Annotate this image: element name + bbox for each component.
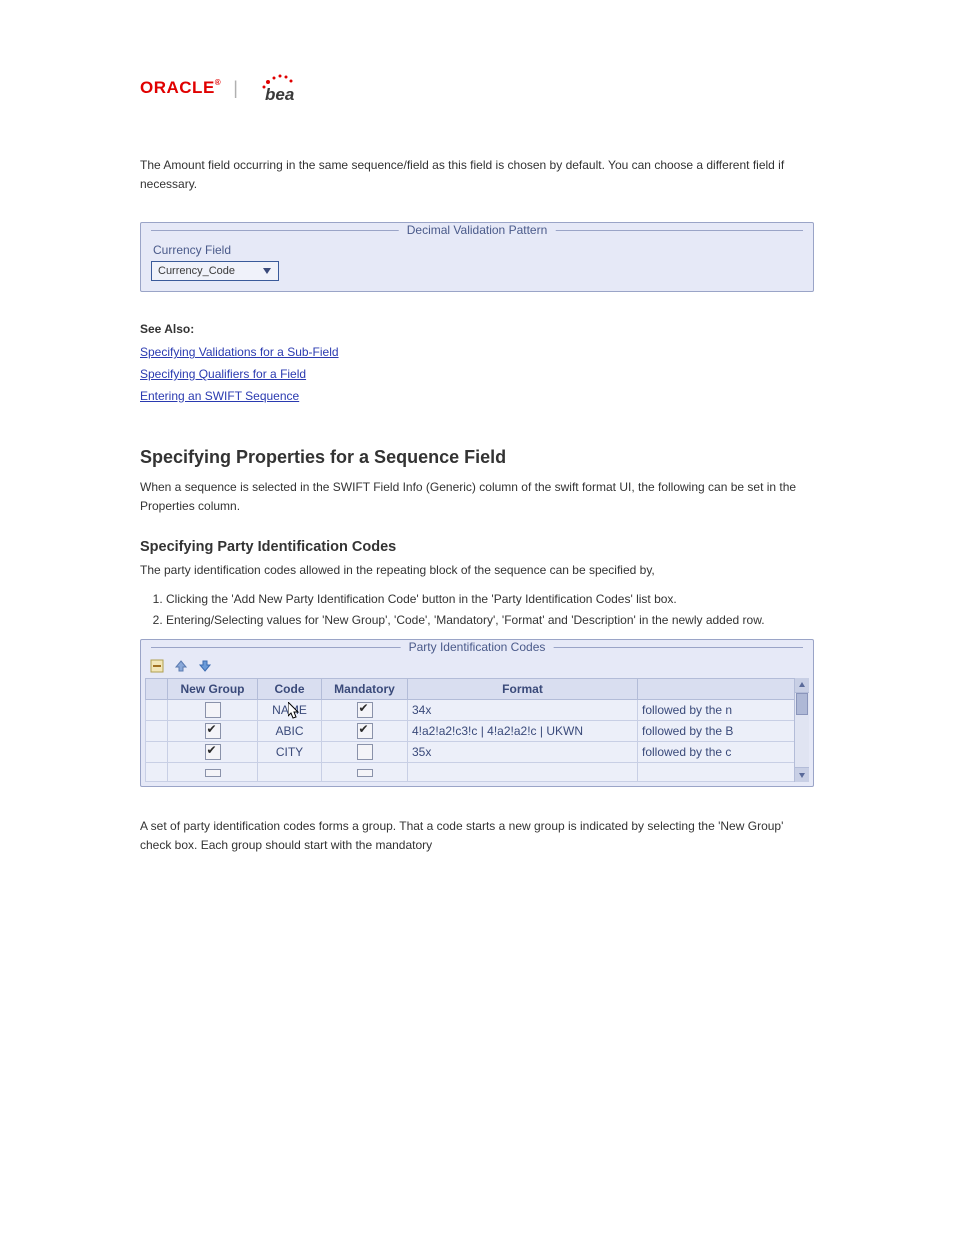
move-down-button[interactable] (197, 658, 213, 674)
format-cell[interactable]: 4!a2!a2!c3!c | 4!a2!a2!c | UKWN (412, 724, 583, 738)
remove-row-button[interactable] (149, 658, 165, 674)
currency-field-select[interactable]: Currency_Code (151, 261, 279, 281)
scroll-thumb[interactable] (796, 693, 808, 715)
arrow-down-icon (198, 659, 212, 673)
chevron-up-icon (798, 681, 806, 689)
party-id-heading: Specifying Party Identification Codes (140, 539, 814, 555)
vertical-scrollbar[interactable] (794, 678, 809, 782)
brand-logo-row: ORACLE | bea (140, 70, 814, 106)
scroll-down-button[interactable] (795, 767, 809, 782)
dvp-legend: Decimal Validation Pattern (399, 223, 556, 237)
section-heading: Specifying Properties for a Sequence Fie… (140, 447, 814, 468)
scroll-up-button[interactable] (795, 678, 809, 693)
mandatory-checkbox[interactable] (357, 744, 373, 760)
party-step-1: Clicking the 'Add New Party Identificati… (166, 590, 814, 608)
format-cell[interactable]: 35x (412, 745, 431, 759)
scroll-track[interactable] (795, 693, 809, 767)
new-group-checkbox[interactable] (205, 723, 221, 739)
party-identification-codes-panel: Party Identification Codes (140, 639, 814, 787)
chevron-down-icon (262, 266, 272, 276)
oracle-logo: ORACLE (140, 78, 221, 98)
col-code-header: Code (258, 678, 322, 699)
col-new-group-header: New Group (168, 678, 258, 699)
chevron-down-icon (798, 771, 806, 779)
decimal-validation-pattern-panel: Decimal Validation Pattern Currency Fiel… (140, 222, 814, 292)
move-up-button[interactable] (173, 658, 189, 674)
desc-cell[interactable]: followed by the n (642, 703, 732, 717)
format-cell[interactable]: 34x (412, 703, 431, 717)
desc-cell[interactable]: followed by the c (642, 745, 731, 759)
new-group-checkbox[interactable] (205, 769, 221, 777)
table-row[interactable]: NAME 34x followed by the n (146, 699, 809, 720)
mandatory-checkbox[interactable] (357, 702, 373, 718)
new-group-checkbox[interactable] (205, 702, 221, 718)
link-swift-sequence[interactable]: Entering an SWIFT Sequence (140, 386, 814, 408)
code-cell[interactable]: CITY (276, 745, 303, 759)
party-intro: The party identification codes allowed i… (140, 561, 814, 580)
arrow-up-icon (174, 659, 188, 673)
table-row[interactable] (146, 762, 809, 781)
code-cell[interactable]: ABIC (275, 724, 303, 738)
mandatory-checkbox[interactable] (357, 723, 373, 739)
currency-field-value: Currency_Code (158, 265, 235, 277)
table-header-row: New Group Code Mandatory Format (146, 678, 809, 699)
pic-table-wrap: New Group Code Mandatory Format NAME (145, 678, 809, 782)
see-also-label: See Also: (140, 322, 814, 336)
desc-cell[interactable]: followed by the B (642, 724, 733, 738)
pic-legend: Party Identification Codes (401, 640, 554, 654)
party-steps-list: Clicking the 'Add New Party Identificati… (166, 590, 814, 629)
table-row[interactable]: ABIC 4!a2!a2!c3!c | 4!a2!a2!c | UKWN fol… (146, 720, 809, 741)
currency-field-label: Currency Field (153, 243, 803, 257)
link-qualifiers-field[interactable]: Specifying Qualifiers for a Field (140, 364, 814, 386)
link-validations-subfield[interactable]: Specifying Validations for a Sub-Field (140, 342, 814, 364)
intro-paragraph: The Amount field occurring in the same s… (140, 156, 814, 194)
svg-text:bea: bea (265, 85, 294, 104)
col-select-header (146, 678, 168, 699)
party-id-codes-table: New Group Code Mandatory Format NAME (145, 678, 809, 782)
properties-intro: When a sequence is selected in the SWIFT… (140, 478, 814, 516)
bea-logo: bea (250, 70, 308, 106)
table-row[interactable]: CITY 35x followed by the c (146, 741, 809, 762)
col-format-header: Format (408, 678, 638, 699)
party-step-2: Entering/Selecting values for 'New Group… (166, 611, 814, 629)
col-mandatory-header: Mandatory (322, 678, 408, 699)
pic-toolbar (145, 656, 809, 678)
mandatory-checkbox[interactable] (357, 769, 373, 777)
col-desc-header (638, 678, 809, 699)
footer-paragraph: A set of party identification codes form… (140, 817, 814, 855)
logo-separator: | (233, 78, 238, 99)
new-group-checkbox[interactable] (205, 744, 221, 760)
cursor-pointer-icon (288, 702, 302, 720)
minus-icon (150, 659, 164, 673)
